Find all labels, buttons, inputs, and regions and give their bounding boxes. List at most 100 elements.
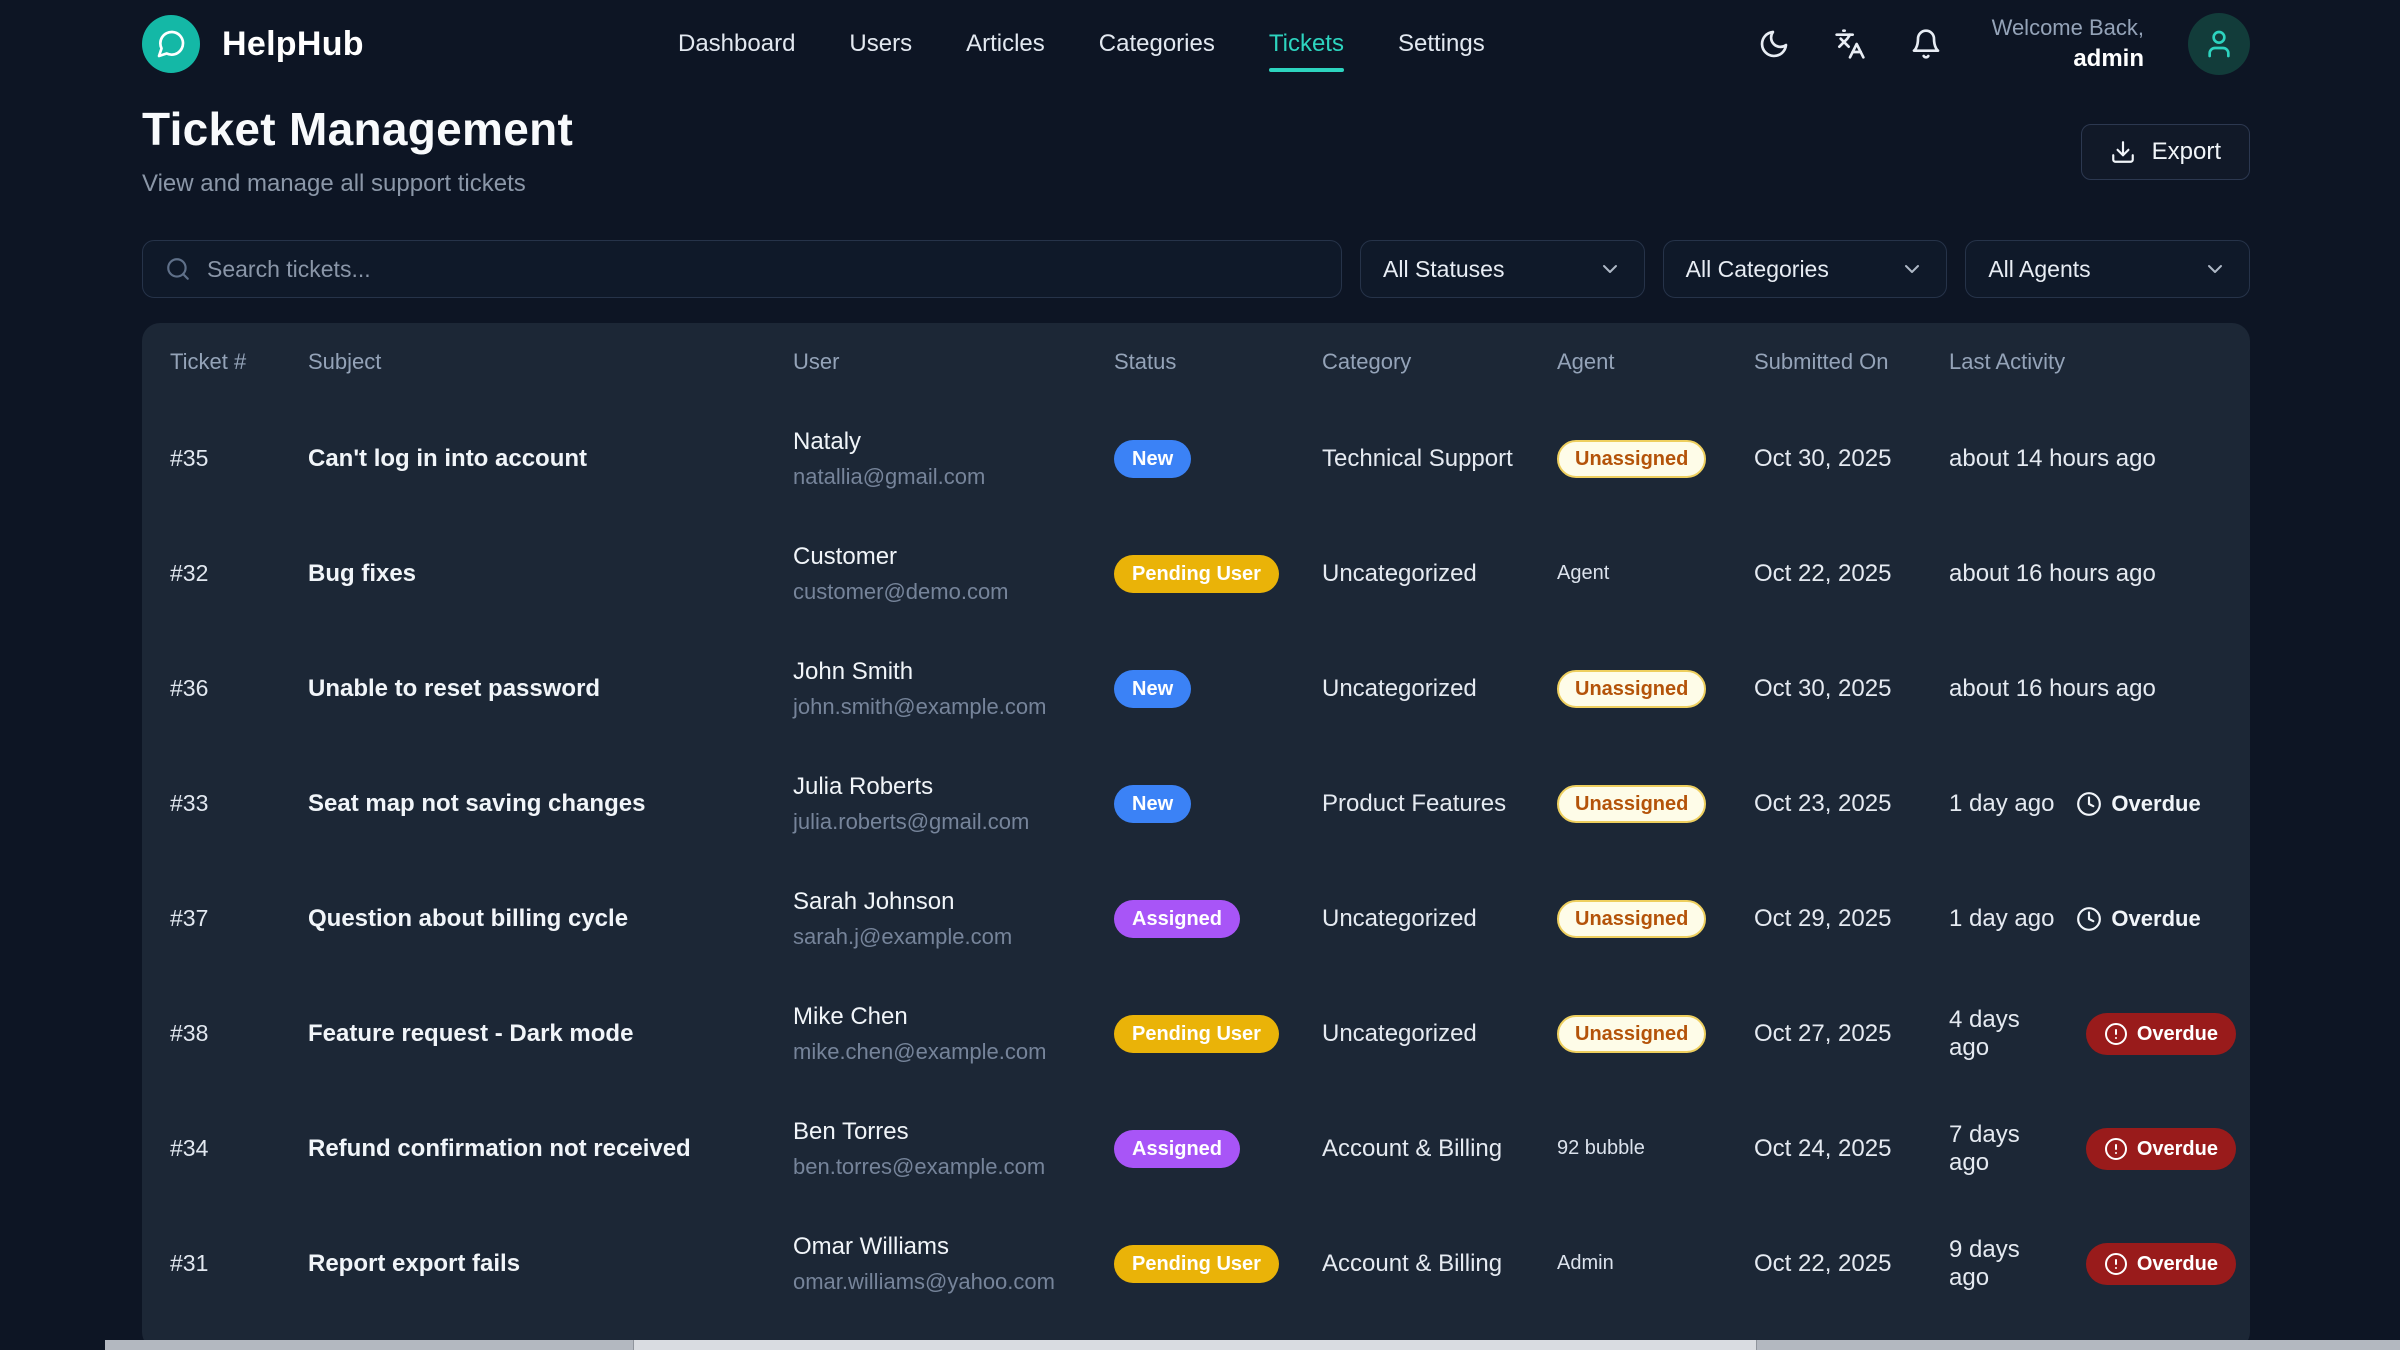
ticket-user: Sarah Johnsonsarah.j@example.com — [793, 888, 1114, 950]
export-button[interactable]: Export — [2081, 124, 2250, 180]
nav-item-dashboard[interactable]: Dashboard — [678, 32, 795, 56]
notifications-button[interactable] — [1910, 28, 1942, 60]
last-activity-cell: 7 days ago Overdue — [1949, 1121, 2250, 1177]
ticket-subject: Report export fails — [308, 1250, 793, 1278]
agent-filter-select[interactable]: All Agents — [1965, 240, 2250, 298]
user-email: john.smith@example.com — [793, 694, 1100, 720]
ticket-user: Mike Chen mike.chen@example.com — [793, 1003, 1114, 1065]
agent-unassigned-badge: Unassigned — [1557, 900, 1706, 938]
table-body: #35Can't log in into accountNatalynatall… — [142, 401, 2250, 1321]
ticket-subject: Question about billing cycle — [308, 905, 793, 933]
ticket-row[interactable]: #32Bug fixesCustomercustomer@demo.comPen… — [142, 516, 2250, 631]
last-activity-cell: about 14 hours ago — [1949, 445, 2250, 473]
search-input[interactable] — [207, 256, 1319, 283]
user-name: Julia Roberts — [793, 773, 1100, 801]
clock-icon — [2076, 906, 2102, 932]
last-activity-cell: 1 day agoOverdue — [1949, 790, 2250, 818]
last-activity: 1 day ago — [1949, 905, 2054, 933]
status-badge: Pending User — [1114, 1015, 1279, 1053]
horizontal-scrollbar[interactable] — [105, 1340, 2400, 1350]
submitted-date: Oct 27, 2025 — [1754, 1020, 1949, 1048]
ticket-category: Account & Billing — [1322, 1250, 1557, 1278]
ticket-category: Uncategorized — [1322, 675, 1557, 703]
ticket-row[interactable]: #37Question about billing cycleSarah Joh… — [142, 861, 2250, 976]
nav-item-settings[interactable]: Settings — [1398, 32, 1485, 56]
chevron-down-icon — [1598, 257, 1622, 281]
ticket-row[interactable]: #38Feature request - Dark modeMike Chenm… — [142, 976, 2250, 1091]
user-name: Mike Chen — [793, 1003, 1100, 1031]
user-icon — [2203, 28, 2235, 60]
ticket-row[interactable]: #35Can't log in into accountNatalynatall… — [142, 401, 2250, 516]
status-badge: Pending User — [1114, 1245, 1279, 1283]
ticket-number: #31 — [170, 1250, 308, 1277]
agent-filter-value: All Agents — [1988, 256, 2090, 283]
helphub-logo — [142, 15, 200, 73]
overdue-badge: Overdue — [2086, 1013, 2236, 1055]
category-filter-select[interactable]: All Categories — [1663, 240, 1948, 298]
last-activity: 9 days ago — [1949, 1236, 2064, 1292]
agent-name: 92 bubble — [1557, 1137, 1645, 1159]
avatar[interactable] — [2188, 13, 2250, 75]
ticket-user: Omar Williamsomar.williams@yahoo.com — [793, 1233, 1114, 1295]
ticket-category: Uncategorized — [1322, 560, 1557, 588]
column-header: Agent — [1557, 349, 1754, 375]
overdue-badge: Overdue — [2086, 1128, 2236, 1170]
page-subtitle: View and manage all support tickets — [142, 170, 573, 198]
last-activity-cell: about 16 hours ago — [1949, 675, 2250, 703]
column-header: Status — [1114, 349, 1322, 375]
nav-item-users[interactable]: Users — [849, 32, 912, 56]
overdue-indicator: Overdue — [2076, 906, 2200, 932]
overdue-indicator: Overdue — [2076, 791, 2200, 817]
nav-item-categories[interactable]: Categories — [1099, 32, 1215, 56]
ticket-row[interactable]: #33Seat map not saving changesJulia Robe… — [142, 746, 2250, 861]
user-email: sarah.j@example.com — [793, 924, 1100, 950]
column-header: Ticket # — [170, 349, 308, 375]
ticket-status-cell: New — [1114, 440, 1322, 478]
submitted-date: Oct 30, 2025 — [1754, 675, 1949, 703]
ticket-row[interactable]: #36Unable to reset passwordJohn Smithjoh… — [142, 631, 2250, 746]
nav-item-tickets[interactable]: Tickets — [1269, 32, 1344, 56]
top-actions: Welcome Back, admin — [1758, 13, 2250, 75]
ticket-subject: Can't log in into account — [308, 445, 793, 473]
theme-toggle-button[interactable] — [1758, 28, 1790, 60]
user-email: julia.roberts@gmail.com — [793, 809, 1100, 835]
nav-item-articles[interactable]: Articles — [966, 32, 1045, 56]
submitted-date: Oct 23, 2025 — [1754, 790, 1949, 818]
user-name: Ben Torres — [793, 1118, 1100, 1146]
ticket-status-cell: Pending User — [1114, 555, 1322, 593]
agent-name: Admin — [1557, 1252, 1614, 1274]
translate-icon — [1834, 28, 1866, 60]
last-activity-cell: about 16 hours ago — [1949, 560, 2250, 588]
main-nav: Dashboard Users Articles Categories Tickets S… — [678, 0, 1485, 88]
status-filter-value: All Statuses — [1383, 256, 1504, 283]
ticket-category: Account & Billing — [1322, 1135, 1557, 1163]
column-header: Last Activity — [1949, 349, 2250, 375]
bell-icon — [1910, 28, 1942, 60]
status-badge: Pending User — [1114, 555, 1279, 593]
ticket-agent-cell: 92 bubble — [1557, 1137, 1754, 1160]
agent-name: Agent — [1557, 562, 1609, 584]
chevron-down-icon — [2203, 257, 2227, 281]
ticket-status-cell: Assigned — [1114, 900, 1322, 938]
last-activity: 7 days ago — [1949, 1121, 2064, 1177]
user-email: mike.chen@example.com — [793, 1039, 1100, 1065]
submitted-date: Oct 30, 2025 — [1754, 445, 1949, 473]
ticket-number: #36 — [170, 675, 308, 702]
ticket-user: Natalynatallia@gmail.com — [793, 428, 1114, 490]
scrollbar-thumb[interactable] — [633, 1340, 1758, 1350]
status-filter-select[interactable]: All Statuses — [1360, 240, 1645, 298]
ticket-category: Product Features — [1322, 790, 1557, 818]
ticket-row[interactable]: #31Report export failsOmar Williamsomar.… — [142, 1206, 2250, 1321]
status-badge: Assigned — [1114, 1130, 1240, 1168]
last-activity: about 14 hours ago — [1949, 445, 2156, 473]
submitted-date: Oct 24, 2025 — [1754, 1135, 1949, 1163]
ticket-row[interactable]: #34Refund confirmation not receivedBen T… — [142, 1091, 2250, 1206]
ticket-agent-cell: Unassigned — [1557, 440, 1754, 478]
ticket-status-cell: Pending User — [1114, 1015, 1322, 1053]
submitted-date: Oct 22, 2025 — [1754, 560, 1949, 588]
ticket-user: John Smithjohn.smith@example.com — [793, 658, 1114, 720]
column-header: Subject — [308, 349, 793, 375]
brand[interactable]: HelpHub — [142, 15, 364, 73]
language-button[interactable] — [1834, 28, 1866, 60]
overdue-label: Overdue — [2137, 1139, 2218, 1159]
